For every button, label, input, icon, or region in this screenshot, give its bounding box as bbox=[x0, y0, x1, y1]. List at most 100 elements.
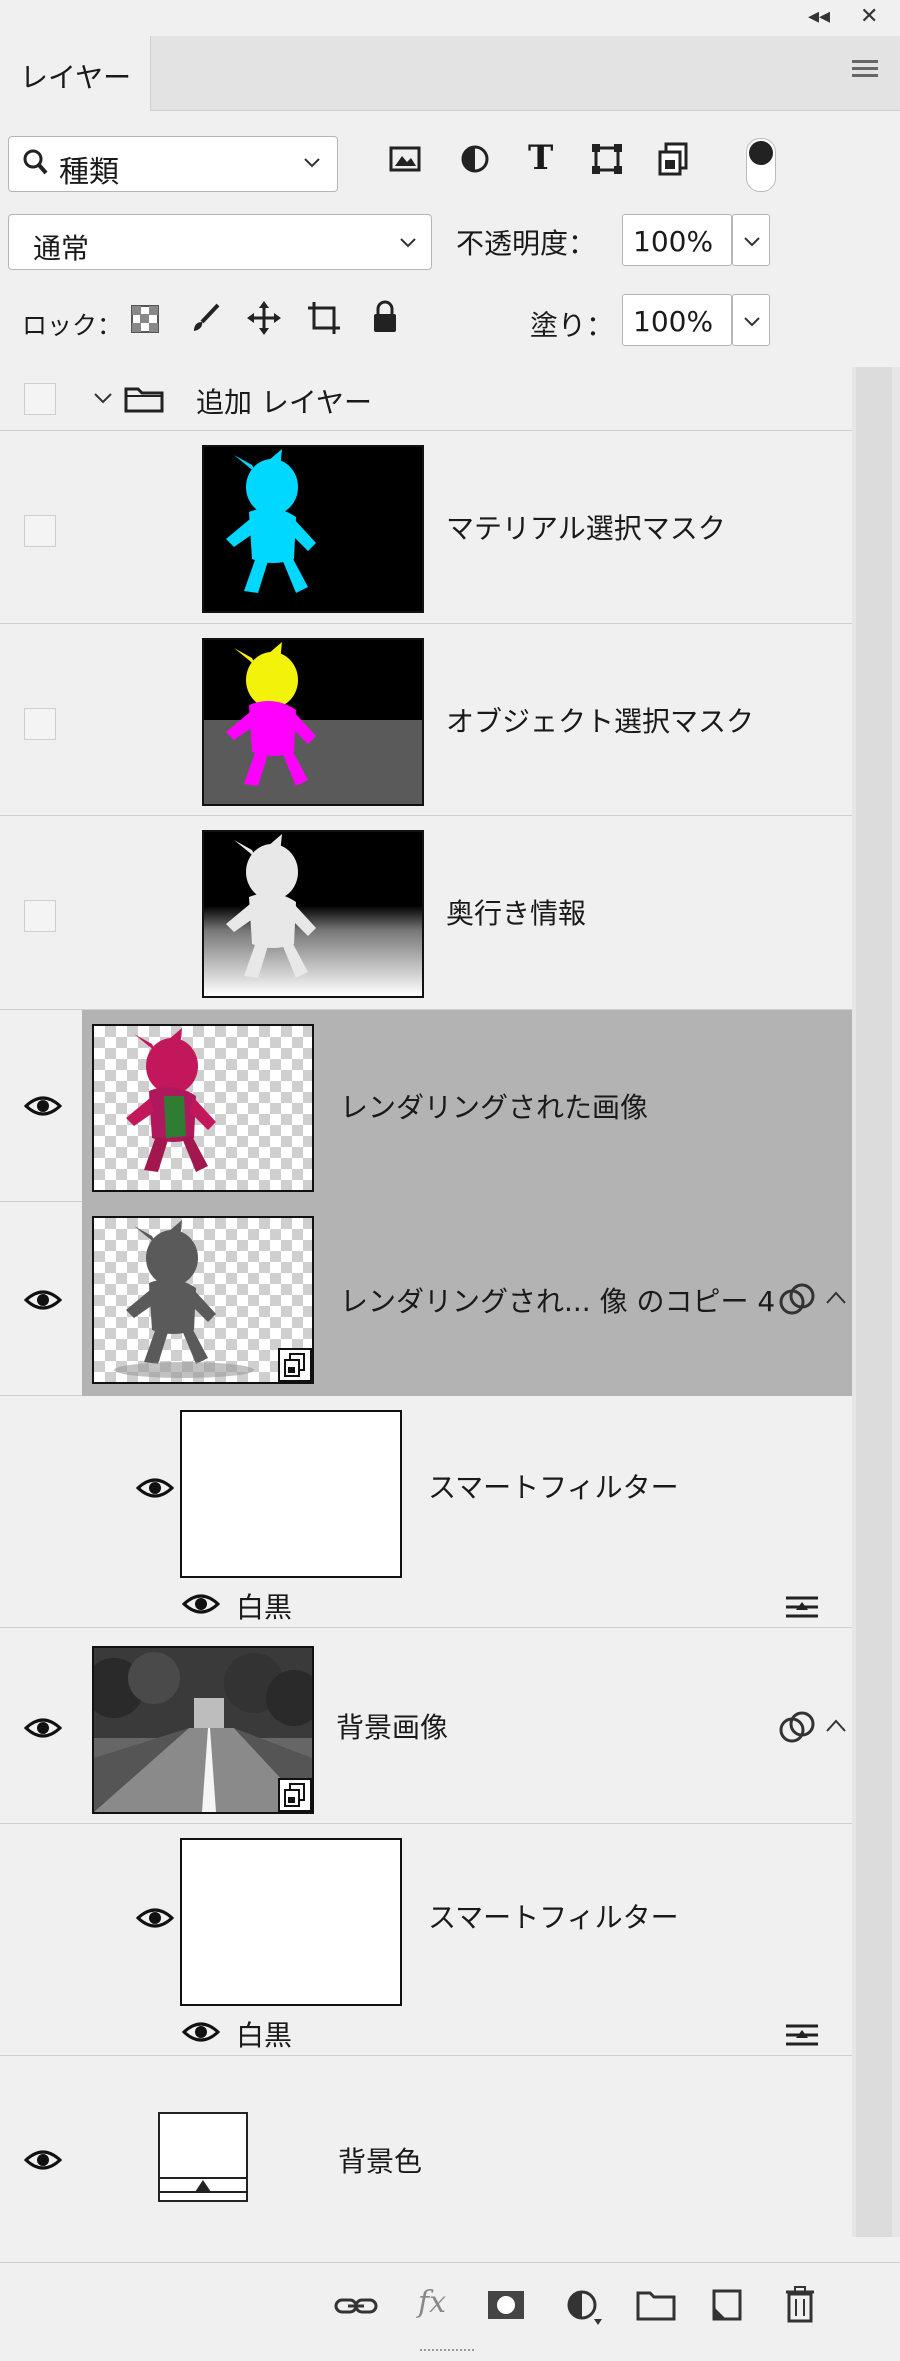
tab-layers[interactable]: レイヤー bbox=[0, 36, 151, 111]
layer-row[interactable]: 奥行き情報 bbox=[0, 816, 852, 1010]
layer-name: レンダリングされ... 像 のコピー 4 bbox=[340, 1285, 776, 1318]
eye-icon[interactable] bbox=[182, 2020, 220, 2044]
collapse-icon[interactable]: ◂◂ bbox=[808, 4, 830, 29]
fill-label: 塗り： bbox=[530, 309, 615, 342]
text-filter-icon[interactable]: T bbox=[528, 138, 553, 178]
filter-entry-row[interactable]: 白黒 bbox=[0, 1582, 852, 1628]
panel-menu-icon[interactable] bbox=[852, 60, 878, 82]
smart-filter-indicator-icon bbox=[779, 1711, 815, 1743]
lock-artboard-crop-icon[interactable] bbox=[306, 300, 342, 340]
close-icon[interactable]: ✕ bbox=[860, 4, 878, 29]
fill-value: 100% bbox=[633, 305, 714, 338]
filter-options-icon[interactable] bbox=[784, 1592, 820, 1622]
layer-row[interactable]: レンダリングされた画像 bbox=[0, 1010, 852, 1202]
opacity-dropdown[interactable] bbox=[732, 214, 770, 266]
delete-icon[interactable] bbox=[784, 2285, 816, 2323]
chevron-down-icon bbox=[397, 231, 419, 257]
tab-layers-label: レイヤー bbox=[20, 61, 132, 94]
chevron-down-icon bbox=[301, 151, 323, 177]
blend-mode-value: 通常 bbox=[33, 232, 90, 265]
lock-position-move-icon[interactable] bbox=[246, 300, 282, 340]
layer-name: マテリアル選択マスク bbox=[446, 512, 726, 545]
visibility-checkbox[interactable] bbox=[24, 383, 56, 415]
eye-icon[interactable] bbox=[24, 1716, 62, 1740]
opacity-label: 不透明度： bbox=[456, 227, 597, 260]
search-icon bbox=[23, 147, 49, 184]
filter-toggle-switch[interactable] bbox=[746, 138, 776, 192]
group-name: 追加 レイヤー bbox=[196, 386, 373, 419]
filter-name: 白黒 bbox=[236, 1591, 293, 1624]
opacity-input[interactable]: 100% bbox=[622, 214, 732, 266]
layer-row[interactable]: マテリアル選択マスク bbox=[0, 431, 852, 624]
smart-object-filter-icon[interactable] bbox=[656, 142, 690, 180]
resize-grip[interactable] bbox=[420, 2349, 474, 2359]
layer-thumbnail bbox=[92, 1216, 314, 1384]
layers-footer-toolbar: fx bbox=[0, 2262, 900, 2361]
panel-tab-row: レイヤー bbox=[0, 36, 900, 111]
layer-name: レンダリングされた画像 bbox=[340, 1091, 649, 1124]
lock-label: ロック： bbox=[22, 311, 123, 340]
fx-icon[interactable]: fx bbox=[410, 2285, 454, 2320]
smart-filter-name: スマートフィルター bbox=[428, 1901, 679, 1934]
chevron-up-icon[interactable] bbox=[824, 1288, 848, 1308]
smart-filter-row[interactable]: スマートフィルター 白黒 bbox=[0, 1824, 852, 2056]
smart-filter-mask-thumbnail bbox=[180, 1410, 402, 1578]
layer-name: 背景色 bbox=[338, 2145, 423, 2178]
smart-filter-mask-thumbnail bbox=[180, 1838, 402, 2006]
layer-row[interactable]: レンダリングされ... 像 のコピー 4 bbox=[0, 1202, 852, 1396]
eye-icon[interactable] bbox=[24, 2148, 62, 2172]
lock-all-icon[interactable] bbox=[370, 300, 400, 338]
layer-thumbnail bbox=[202, 638, 424, 806]
panel-title-bar: ◂◂ ✕ bbox=[0, 0, 900, 37]
lock-pixels-brush-icon[interactable] bbox=[190, 302, 222, 338]
opacity-value: 100% bbox=[633, 225, 714, 258]
layer-row[interactable]: オブジェクト選択マスク bbox=[0, 624, 852, 816]
smart-filter-name: スマートフィルター bbox=[428, 1471, 679, 1504]
layer-row[interactable]: 背景画像 bbox=[0, 1628, 852, 1824]
scrollbar-track bbox=[856, 367, 892, 2237]
visibility-checkbox[interactable] bbox=[24, 900, 56, 932]
adjustment-filter-icon[interactable] bbox=[458, 142, 492, 180]
eye-icon[interactable] bbox=[24, 1094, 62, 1118]
adjustment-layer-icon[interactable] bbox=[564, 2287, 604, 2327]
layer-mask-icon[interactable] bbox=[486, 2289, 526, 2321]
chevron-down-icon[interactable] bbox=[92, 389, 114, 407]
layer-thumbnail bbox=[92, 1024, 314, 1192]
image-filter-icon[interactable] bbox=[388, 142, 422, 180]
smart-filter-indicator-icon bbox=[779, 1283, 815, 1315]
layer-name: 奥行き情報 bbox=[446, 897, 587, 930]
new-group-icon[interactable] bbox=[636, 2289, 676, 2321]
filter-options-icon[interactable] bbox=[784, 2020, 820, 2050]
link-layers-icon[interactable] bbox=[334, 2291, 378, 2321]
blend-mode-select[interactable]: 通常 bbox=[8, 214, 432, 270]
layer-group-row[interactable]: 追加 レイヤー bbox=[0, 367, 852, 431]
layer-name: 背景画像 bbox=[336, 1711, 449, 1744]
filter-entry-row[interactable]: 白黒 bbox=[0, 2010, 852, 2056]
chevron-up-icon[interactable] bbox=[824, 1716, 848, 1736]
fill-dropdown[interactable] bbox=[732, 294, 770, 346]
eye-icon[interactable] bbox=[136, 1906, 174, 1930]
smart-object-badge-icon bbox=[278, 1348, 312, 1382]
visibility-checkbox[interactable] bbox=[24, 515, 56, 547]
new-layer-icon[interactable] bbox=[710, 2287, 744, 2323]
shape-filter-icon[interactable] bbox=[590, 142, 624, 180]
layer-thumbnail bbox=[92, 1646, 314, 1814]
eye-icon[interactable] bbox=[182, 1592, 220, 1616]
filter-kind-value: 種類 bbox=[59, 155, 119, 190]
fill-layer-thumbnail bbox=[158, 2112, 248, 2202]
eye-icon[interactable] bbox=[24, 1288, 62, 1312]
layer-thumbnail bbox=[202, 830, 424, 998]
filter-kind-select[interactable]: 種類 bbox=[8, 136, 338, 192]
layer-name: オブジェクト選択マスク bbox=[446, 705, 755, 738]
folder-icon bbox=[124, 387, 164, 413]
layer-thumbnail bbox=[202, 445, 424, 613]
lock-transparent-icon[interactable] bbox=[130, 304, 160, 338]
smart-filter-row[interactable]: スマートフィルター 白黒 bbox=[0, 1396, 852, 1628]
layer-row[interactable]: 背景色 bbox=[0, 2056, 852, 2262]
eye-icon[interactable] bbox=[136, 1476, 174, 1500]
filter-name: 白黒 bbox=[236, 2019, 293, 2052]
smart-object-badge-icon bbox=[278, 1778, 312, 1812]
visibility-checkbox[interactable] bbox=[24, 708, 56, 740]
fill-input[interactable]: 100% bbox=[622, 294, 732, 346]
layers-scrollbar[interactable] bbox=[852, 367, 900, 2237]
